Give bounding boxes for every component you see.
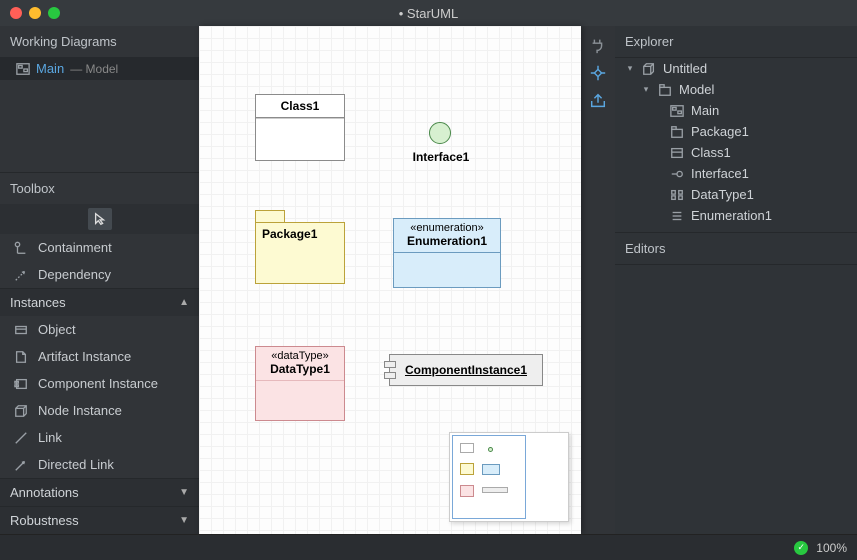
zoom-level[interactable]: 100% bbox=[816, 541, 847, 555]
working-diagram-main[interactable]: Main — Model bbox=[0, 57, 199, 80]
toolbox-label: Node Instance bbox=[38, 403, 122, 418]
tree-label: Main bbox=[691, 103, 719, 118]
right-panel: Explorer ▾ Untitled ▾ Model Main Package… bbox=[615, 26, 857, 534]
toolbox-label: Artifact Instance bbox=[38, 349, 131, 364]
diagram-icon bbox=[16, 62, 30, 76]
toolbox-item-artifact-instance[interactable]: Artifact Instance bbox=[0, 343, 199, 370]
component-icon bbox=[14, 377, 28, 391]
toolbox-label: Link bbox=[38, 430, 62, 445]
chevron-down-icon: ▼ bbox=[179, 487, 189, 498]
interface-icon bbox=[669, 167, 685, 181]
chevron-up-icon: ▲ bbox=[179, 297, 189, 308]
uml-enumeration[interactable]: «enumeration» Enumeration1 bbox=[393, 218, 501, 288]
artifact-icon bbox=[14, 350, 28, 364]
toolbox-item-link[interactable]: Link bbox=[0, 424, 199, 451]
minimap[interactable] bbox=[449, 432, 569, 522]
datatype-stereotype: «dataType» bbox=[256, 347, 344, 362]
tree-label: Interface1 bbox=[691, 166, 749, 181]
dependency-icon bbox=[14, 268, 28, 282]
tree-label: Package1 bbox=[691, 124, 749, 139]
project-icon bbox=[641, 62, 657, 76]
tree-label: Class1 bbox=[691, 145, 731, 160]
share-icon[interactable] bbox=[587, 90, 609, 112]
component-name: ComponentInstance1 bbox=[390, 355, 542, 385]
containment-icon bbox=[14, 241, 28, 255]
uml-package[interactable]: Package1 bbox=[255, 210, 345, 284]
enumeration-icon bbox=[669, 209, 685, 223]
directed-link-icon bbox=[14, 458, 28, 472]
enumeration-stereotype: «enumeration» bbox=[394, 219, 500, 234]
uml-component-instance[interactable]: ComponentInstance1 bbox=[389, 354, 543, 386]
diagram-canvas[interactable]: Class1 Interface1 Package1 «enumeration» bbox=[199, 26, 581, 534]
toolbox-item-dependency[interactable]: Dependency bbox=[0, 261, 199, 288]
tree-label: Enumeration1 bbox=[691, 208, 772, 223]
plug-icon[interactable] bbox=[587, 34, 609, 56]
package-icon bbox=[669, 125, 685, 139]
interface-name: Interface1 bbox=[401, 150, 481, 164]
toolbox-section-robustness[interactable]: Robustness ▼ bbox=[0, 506, 199, 534]
node-icon bbox=[14, 404, 28, 418]
tree-item-datatype[interactable]: DataType1 bbox=[615, 184, 857, 205]
tree-item-enumeration[interactable]: Enumeration1 bbox=[615, 205, 857, 226]
chevron-down-icon: ▼ bbox=[179, 515, 189, 526]
class-name: Class1 bbox=[256, 95, 344, 118]
uml-interface[interactable]: Interface1 bbox=[429, 122, 451, 144]
toolbox-item-containment[interactable]: Containment bbox=[0, 234, 199, 261]
toolbox-label: Dependency bbox=[38, 267, 111, 282]
section-label: Robustness bbox=[10, 513, 79, 528]
toolbox-section-instances[interactable]: Instances ▲ bbox=[0, 288, 199, 316]
toolbox-selection-tool[interactable] bbox=[0, 204, 199, 234]
object-icon bbox=[14, 323, 28, 337]
tree-item-class[interactable]: Class1 bbox=[615, 142, 857, 163]
tree-item-package[interactable]: Package1 bbox=[615, 121, 857, 142]
locate-icon[interactable] bbox=[587, 62, 609, 84]
diagram-name: Main bbox=[36, 61, 64, 76]
statusbar: ✓ 100% bbox=[0, 534, 857, 560]
toolbox-label: Component Instance bbox=[38, 376, 158, 391]
section-label: Instances bbox=[10, 295, 66, 310]
tree-model[interactable]: ▾ Model bbox=[615, 79, 857, 100]
toolbox-item-directed-link[interactable]: Directed Link bbox=[0, 451, 199, 478]
tree-label: Untitled bbox=[663, 61, 707, 76]
canvas-view-strip bbox=[581, 26, 615, 534]
toolbox-label: Directed Link bbox=[38, 457, 114, 472]
package-name: Package1 bbox=[262, 227, 317, 241]
explorer-tree: ▾ Untitled ▾ Model Main Package1 Class1 bbox=[615, 58, 857, 226]
explorer-header: Explorer bbox=[615, 26, 857, 58]
working-diagrams-header: Working Diagrams bbox=[0, 26, 199, 57]
left-panel: Working Diagrams Main — Model Toolbox Co… bbox=[0, 26, 199, 534]
datatype-name: DataType1 bbox=[256, 362, 344, 380]
tree-root[interactable]: ▾ Untitled bbox=[615, 58, 857, 79]
tree-item-main[interactable]: Main bbox=[615, 100, 857, 121]
enumeration-name: Enumeration1 bbox=[394, 234, 500, 253]
class-icon bbox=[669, 146, 685, 160]
validation-ok-icon[interactable]: ✓ bbox=[794, 541, 808, 555]
uml-datatype[interactable]: «dataType» DataType1 bbox=[255, 346, 345, 421]
editors-header: Editors bbox=[615, 232, 857, 265]
link-icon bbox=[14, 431, 28, 445]
model-icon bbox=[657, 83, 673, 97]
toolbox-label: Object bbox=[38, 322, 76, 337]
titlebar: • StarUML bbox=[0, 0, 857, 26]
tree-label: DataType1 bbox=[691, 187, 754, 202]
toolbox-item-object[interactable]: Object bbox=[0, 316, 199, 343]
diagram-type-suffix: — Model bbox=[70, 62, 118, 76]
toolbox-label: Containment bbox=[38, 240, 112, 255]
toolbox-section-annotations[interactable]: Annotations ▼ bbox=[0, 478, 199, 506]
window-title: • StarUML bbox=[0, 6, 857, 21]
expand-icon[interactable]: ▾ bbox=[641, 84, 651, 95]
tree-item-interface[interactable]: Interface1 bbox=[615, 163, 857, 184]
section-label: Annotations bbox=[10, 485, 79, 500]
toolbox-item-component-instance[interactable]: Component Instance bbox=[0, 370, 199, 397]
diagram-area: Class1 Interface1 Package1 «enumeration» bbox=[199, 26, 615, 534]
expand-icon[interactable]: ▾ bbox=[625, 63, 635, 74]
diagram-icon bbox=[669, 104, 685, 118]
toolbox-header: Toolbox bbox=[0, 172, 199, 204]
uml-class[interactable]: Class1 bbox=[255, 94, 345, 161]
tree-label: Model bbox=[679, 82, 714, 97]
datatype-icon bbox=[669, 188, 685, 202]
toolbox-item-node-instance[interactable]: Node Instance bbox=[0, 397, 199, 424]
